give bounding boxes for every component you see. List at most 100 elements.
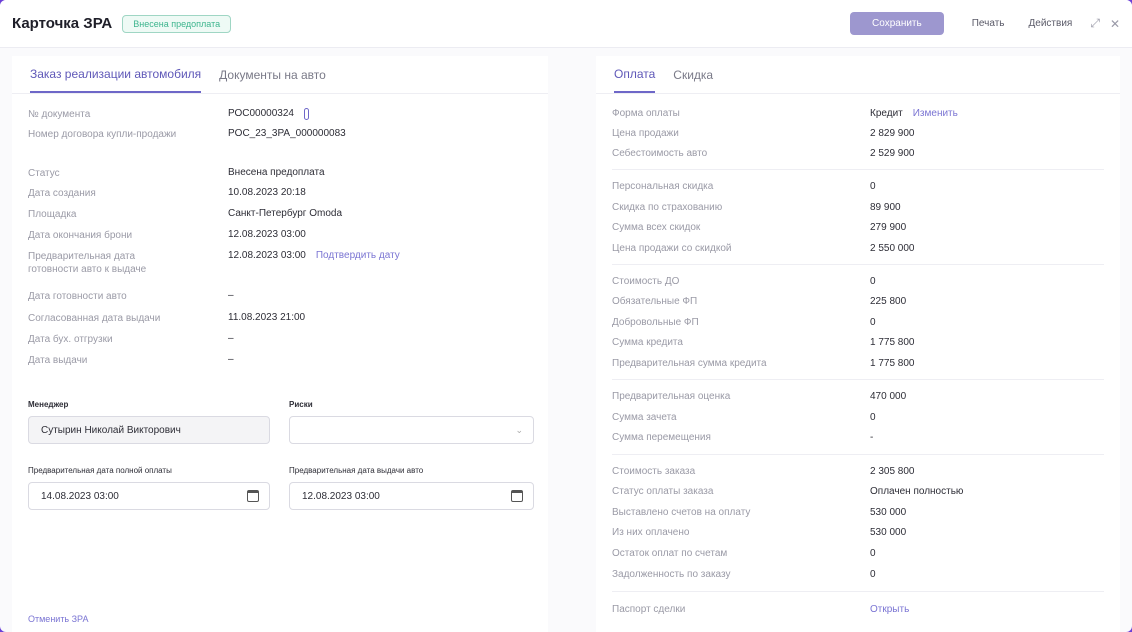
site-value: Санкт-Петербург Omoda <box>228 208 342 219</box>
full-pay-date-input[interactable]: 14.08.2023 03:00 <box>28 482 270 510</box>
payment-row-value: 1 775 800 <box>870 358 915 369</box>
payment-row: Добровольные ФП 0 <box>612 317 876 328</box>
payment-row: Цена продажи 2 829 900 <box>612 128 915 139</box>
payment-row-value: 0 <box>870 317 876 328</box>
payment-row-value[interactable]: Открыть <box>870 604 909 615</box>
status-value: Внесена предоплата <box>228 167 325 178</box>
payment-row-label: Скидка по страхованию <box>612 202 723 213</box>
row-agreed-issue: Согласованная дата выдачи 11.08.2023 21:… <box>28 312 305 325</box>
row-issue: Дата выдачи – <box>28 354 234 367</box>
payment-row-label: Стоимость ДО <box>612 276 680 287</box>
actions-button[interactable]: Действия <box>1029 18 1073 29</box>
manager-value: Сутырин Николай Викторович <box>41 424 181 436</box>
order-panel: Заказ реализации автомобиля Документы на… <box>12 56 548 632</box>
tab-order[interactable]: Заказ реализации автомобиля <box>30 57 202 93</box>
print-button[interactable]: Печать <box>972 18 1005 29</box>
payment-row-value: 279 900 <box>870 222 907 233</box>
ready-label: Дата готовности авто <box>28 291 127 302</box>
calendar-icon[interactable] <box>247 490 259 502</box>
payment-row: Сумма перемещения - <box>612 432 873 443</box>
tab-documents[interactable]: Документы на авто <box>219 58 326 92</box>
payment-row-value: 2 529 900 <box>870 148 915 159</box>
issue-value: – <box>228 354 234 365</box>
payment-row: Предварительная сумма кредита 1 775 800 <box>612 358 915 369</box>
agreed-issue-value: 11.08.2023 21:00 <box>228 312 306 323</box>
payment-row-label: Сумма зачета <box>612 412 677 423</box>
payment-row-value: 2 829 900 <box>870 128 915 139</box>
payment-row-value: - <box>870 432 874 443</box>
ready-value: – <box>228 290 234 301</box>
tab-discount[interactable]: Скидка <box>673 58 713 92</box>
payment-row: Паспорт сделки Открыть <box>612 604 909 615</box>
payment-row: Выставлено счетов на оплату 530 000 <box>612 507 906 518</box>
issue-date-input[interactable]: 12.08.2023 03:00 <box>289 482 534 510</box>
manager-label: Менеджер <box>28 400 69 409</box>
payment-row-value: 0 <box>870 569 876 580</box>
payment-row-label: Цена продажи со скидкой <box>612 243 732 254</box>
payment-row: Остаток оплат по счетам 0 <box>612 548 876 559</box>
header: Карточка ЗРА Внесена предоплата Сохранит… <box>0 0 1132 48</box>
payment-row: Форма оплаты Кредит Изменить <box>612 108 958 119</box>
page-title: Карточка ЗРА <box>12 15 113 32</box>
payment-row: Стоимость заказа 2 305 800 <box>612 466 915 477</box>
confirm-date-link[interactable]: Подтвердить дату <box>316 250 400 276</box>
close-icon[interactable]: ✕ <box>1110 17 1120 31</box>
payment-row-value: 89 900 <box>870 202 901 213</box>
payment-row-label: Из них оплачено <box>612 527 690 538</box>
section-divider <box>612 454 1104 455</box>
risks-label: Риски <box>289 400 313 409</box>
calendar-icon[interactable] <box>511 490 523 502</box>
payment-row: Персональная скидка 0 <box>612 181 876 192</box>
payment-row-label: Стоимость заказа <box>612 466 696 477</box>
issue-label: Дата выдачи <box>28 355 88 366</box>
acc-ship-label: Дата бух. отгрузки <box>28 334 113 345</box>
section-divider <box>612 264 1104 265</box>
left-tabs: Заказ реализации автомобиля Документы на… <box>12 56 548 94</box>
site-label: Площадка <box>28 209 77 220</box>
created-label: Дата создания <box>28 188 96 199</box>
payment-row-label: Добровольные ФП <box>612 317 699 328</box>
payment-row-value: Кредит <box>870 108 903 119</box>
payment-row-label: Предварительная сумма кредита <box>612 358 767 369</box>
status-label: Статус <box>28 168 60 179</box>
payment-row-value: 530 000 <box>870 527 907 538</box>
acc-ship-value: – <box>228 333 234 344</box>
contract-label: Номер договора купли-продажи <box>28 129 177 140</box>
full-pay-date-value: 14.08.2023 03:00 <box>41 490 119 502</box>
payment-row-label: Обязательные ФП <box>612 296 698 307</box>
issue-date-value: 12.08.2023 03:00 <box>302 490 380 502</box>
payment-row-label: Сумма перемещения <box>612 432 711 443</box>
row-contract: Номер договора купли-продажи POC_23_3PA_… <box>28 128 346 141</box>
payment-row-label: Остаток оплат по счетам <box>612 548 728 559</box>
payment-row: Цена продажи со скидкой 2 550 000 <box>612 243 915 254</box>
row-status: Статус Внесена предоплата <box>28 167 325 180</box>
manager-field[interactable]: Сутырин Николай Викторович <box>28 416 270 444</box>
save-button[interactable]: Сохранить <box>850 12 944 35</box>
reserve-label: Дата окончания брони <box>28 230 133 241</box>
issue-date-label: Предварительная дата выдачи авто <box>289 466 424 475</box>
payment-row-value: 2 550 000 <box>870 243 915 254</box>
payment-row: Предварительная оценка 470 000 <box>612 391 906 402</box>
payment-row-value: 2 305 800 <box>870 466 915 477</box>
payment-row: Скидка по страхованию 89 900 <box>612 202 901 213</box>
cancel-order-link[interactable]: Отменить ЗРА <box>28 614 88 624</box>
agreed-issue-label: Согласованная дата выдачи <box>28 313 161 324</box>
payment-row-label: Задолженность по заказу <box>612 569 731 580</box>
change-payment-link[interactable]: Изменить <box>913 108 958 119</box>
payment-row-value: 0 <box>870 181 876 192</box>
prelim-ready-value: 12.08.2023 03:00 <box>228 250 306 261</box>
payment-row-value: 0 <box>870 548 876 559</box>
row-prelim-ready: Предварительная дата готовности авто к в… <box>28 250 400 276</box>
payment-row-value: 530 000 <box>870 507 907 518</box>
payment-row-label: Сумма кредита <box>612 337 683 348</box>
prelim-ready-label: Предварительная дата готовности авто к в… <box>28 251 147 275</box>
payment-row-value: 0 <box>870 276 876 287</box>
tab-payment[interactable]: Оплата <box>614 57 656 93</box>
risks-select[interactable]: ⌄ <box>289 416 534 444</box>
payment-row-value: 225 800 <box>870 296 907 307</box>
expand-icon[interactable]: ⤢ <box>1090 16 1100 31</box>
payment-row-label: Себестоимость авто <box>612 148 708 159</box>
payment-row: Задолженность по заказу 0 <box>612 569 876 580</box>
section-divider <box>612 169 1104 170</box>
copy-icon[interactable] <box>303 108 309 120</box>
